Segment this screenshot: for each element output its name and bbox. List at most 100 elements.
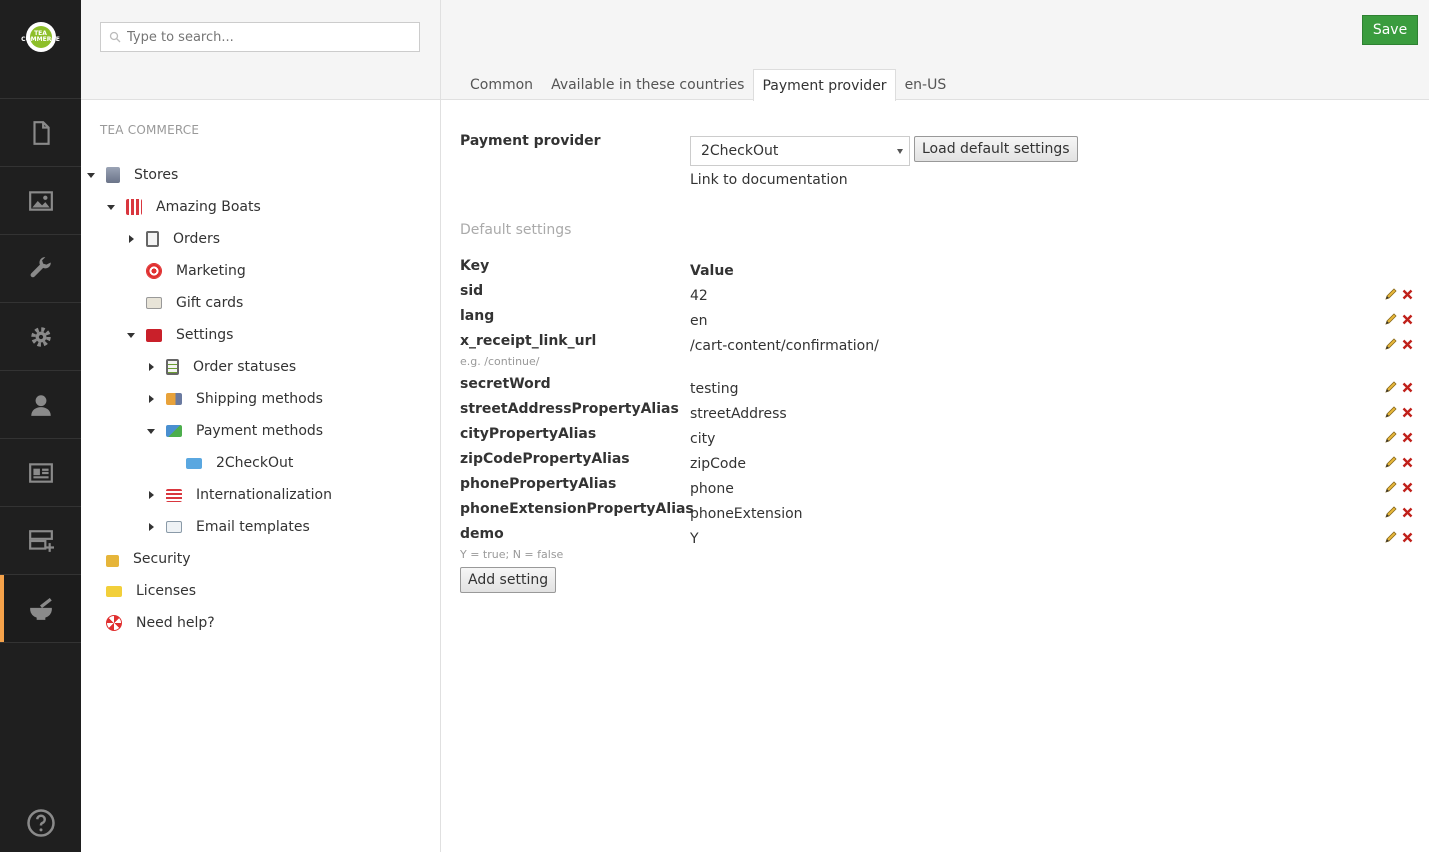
- setting-actions: [1384, 454, 1416, 470]
- tree-item-amazing-boats[interactable]: Amazing Boats: [106, 195, 261, 219]
- delete-x-icon[interactable]: [1402, 314, 1413, 325]
- tree-item-shipping-methods[interactable]: Shipping methods: [146, 387, 323, 411]
- edit-pencil-icon[interactable]: [1384, 380, 1398, 394]
- expand-toggle[interactable]: [146, 387, 156, 411]
- tab-en-us[interactable]: en-US: [896, 69, 956, 100]
- section-members[interactable]: [0, 439, 81, 507]
- delete-x-icon[interactable]: [1402, 457, 1413, 468]
- edit-pencil-icon[interactable]: [1384, 430, 1398, 444]
- tree-item-security-tri: [86, 547, 96, 571]
- delete-x-icon[interactable]: [1402, 382, 1413, 393]
- section-users[interactable]: [0, 371, 81, 439]
- payment-provider-select[interactable]: 2CheckOut: [690, 136, 910, 166]
- tab-payment-provider[interactable]: Payment provider: [753, 69, 896, 101]
- tree-item-marketing-tri: [126, 259, 136, 283]
- wrench-icon: [30, 256, 51, 277]
- load-default-settings-button[interactable]: Load default settings: [914, 136, 1078, 162]
- tree-item-label: Stores: [134, 167, 179, 183]
- delete-x-icon[interactable]: [1402, 407, 1413, 418]
- tree-item-label: Marketing: [176, 263, 246, 279]
- tree-item-need-help[interactable]: Need help?: [86, 611, 215, 635]
- tree-item-licenses[interactable]: Licenses: [86, 579, 196, 603]
- documentation-link[interactable]: Link to documentation: [690, 172, 848, 188]
- building-icon: [106, 167, 120, 183]
- edit-pencil-icon[interactable]: [1384, 505, 1398, 519]
- store-icon: [126, 199, 142, 215]
- setting-key: cityPropertyAlias: [460, 426, 597, 442]
- section-media[interactable]: [0, 167, 81, 235]
- envelopes-icon: [166, 521, 182, 533]
- tree-item-internationalization[interactable]: Internationalization: [146, 483, 332, 507]
- truck-icon: [166, 393, 182, 405]
- setting-key: secretWord: [460, 376, 551, 392]
- tree-item-settings[interactable]: Settings: [126, 323, 233, 347]
- lock-icon: [106, 554, 119, 567]
- tree-item-orders[interactable]: Orders: [126, 227, 220, 251]
- add-setting-button[interactable]: Add setting: [460, 567, 557, 593]
- section-tea-commerce[interactable]: [0, 575, 81, 643]
- tree-item-2checkout[interactable]: 2CheckOut: [166, 451, 293, 475]
- delete-x-icon[interactable]: [1402, 339, 1413, 350]
- delete-x-icon[interactable]: [1402, 482, 1413, 493]
- delete-x-icon[interactable]: [1402, 289, 1413, 300]
- section-settings[interactable]: [0, 235, 81, 303]
- tab-common[interactable]: Common: [461, 69, 542, 100]
- tree-item-payment-methods[interactable]: Payment methods: [146, 419, 323, 443]
- search-icon: [109, 31, 121, 43]
- setting-value: zipCode: [690, 456, 746, 472]
- tree-item-marketing[interactable]: Marketing: [126, 259, 246, 283]
- expand-toggle[interactable]: [146, 483, 156, 507]
- server-add-icon: [28, 529, 54, 552]
- setting-value: testing: [690, 381, 739, 397]
- tree-item-gift-cards[interactable]: Gift cards: [126, 291, 243, 315]
- user-icon: [30, 394, 51, 416]
- setting-actions: [1384, 311, 1416, 327]
- tree-item-need-help-tri: [86, 611, 96, 635]
- setting-actions: [1384, 504, 1416, 520]
- tab-bar: Common Available in these countries Paym…: [461, 69, 956, 101]
- setting-hint: Y = true; N = false: [460, 548, 564, 561]
- edit-pencil-icon[interactable]: [1384, 455, 1398, 469]
- setting-actions: [1384, 286, 1416, 302]
- tree-item-label: Licenses: [136, 583, 197, 599]
- tree-item-label: Order statuses: [193, 359, 297, 375]
- tree-section-title: TEA COMMERCE: [100, 123, 200, 137]
- tree-item-security[interactable]: Security: [86, 547, 191, 571]
- expand-toggle[interactable]: [146, 515, 156, 539]
- clipboard-icon: [146, 231, 159, 247]
- tree-item-order-statuses[interactable]: Order statuses: [146, 355, 296, 379]
- tree-panel: TEA COMMERCE Stores Amazing Boats Orders…: [81, 0, 441, 852]
- edit-pencil-icon[interactable]: [1384, 337, 1398, 351]
- delete-x-icon[interactable]: [1402, 432, 1413, 443]
- setting-key: demo: [460, 526, 504, 542]
- edit-pencil-icon[interactable]: [1384, 312, 1398, 326]
- credit-cards-icon: [166, 425, 182, 437]
- expand-toggle[interactable]: [106, 195, 116, 219]
- section-developer[interactable]: [0, 303, 81, 371]
- section-content[interactable]: [0, 99, 81, 167]
- save-button[interactable]: Save: [1362, 15, 1418, 45]
- tab-available-countries[interactable]: Available in these countries: [542, 69, 753, 100]
- expand-toggle[interactable]: [146, 419, 156, 443]
- expand-toggle[interactable]: [126, 323, 136, 347]
- setting-key: phonePropertyAlias: [460, 476, 617, 492]
- tea-commerce-logo[interactable]: TEA COMMERCE: [0, 0, 81, 99]
- search-input[interactable]: [101, 23, 419, 51]
- setting-value: /cart-content/confirmation/: [690, 338, 879, 354]
- tree-item-email-templates[interactable]: Email templates: [146, 515, 310, 539]
- tree-item-stores[interactable]: Stores: [86, 163, 178, 187]
- question-circle-icon: [26, 809, 55, 837]
- section-forms[interactable]: [0, 507, 81, 575]
- expand-toggle[interactable]: [126, 227, 136, 251]
- edit-pencil-icon[interactable]: [1384, 530, 1398, 544]
- help-button[interactable]: [0, 808, 81, 838]
- setting-value: 42: [690, 288, 708, 304]
- delete-x-icon[interactable]: [1402, 532, 1413, 543]
- edit-pencil-icon[interactable]: [1384, 405, 1398, 419]
- edit-pencil-icon[interactable]: [1384, 287, 1398, 301]
- expand-toggle[interactable]: [86, 163, 96, 187]
- edit-pencil-icon[interactable]: [1384, 480, 1398, 494]
- delete-x-icon[interactable]: [1402, 507, 1413, 518]
- toolbox-icon: [146, 328, 162, 342]
- expand-toggle[interactable]: [146, 355, 156, 379]
